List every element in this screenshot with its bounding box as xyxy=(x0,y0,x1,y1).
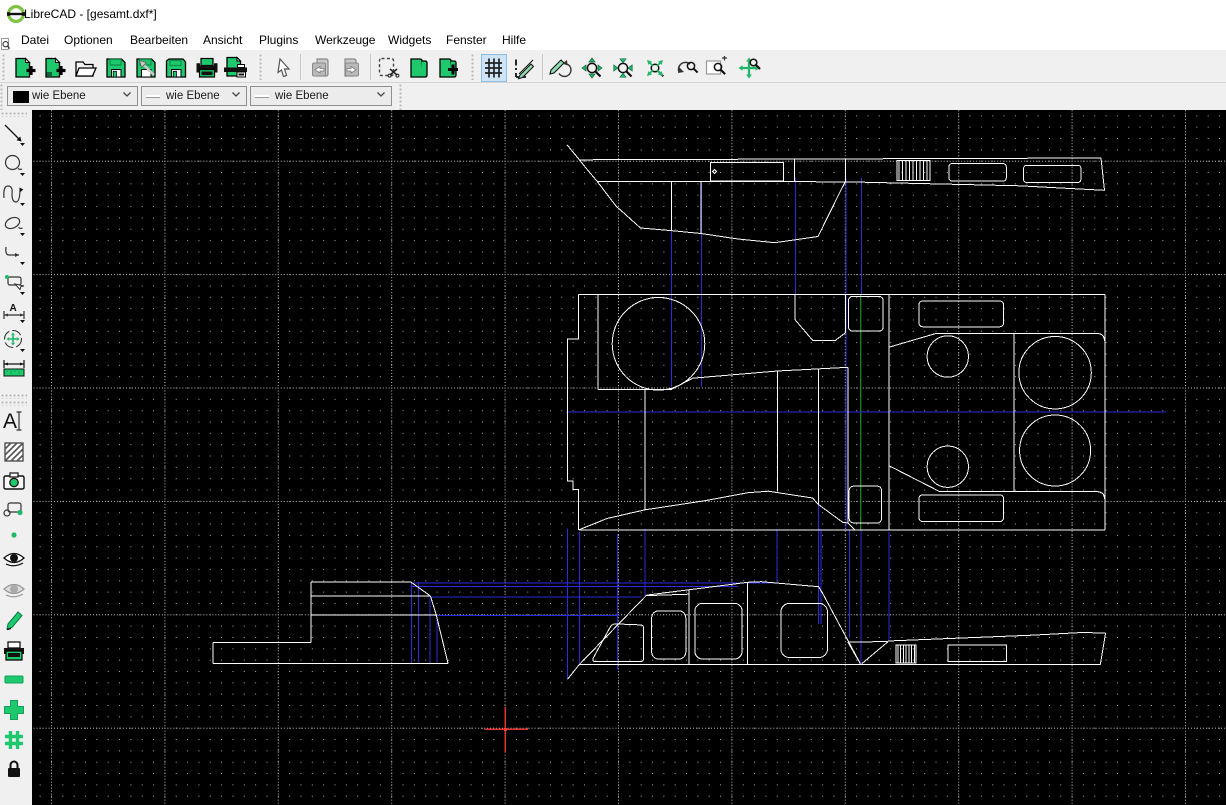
svg-text:A: A xyxy=(10,303,17,314)
svg-text:A: A xyxy=(3,410,17,433)
